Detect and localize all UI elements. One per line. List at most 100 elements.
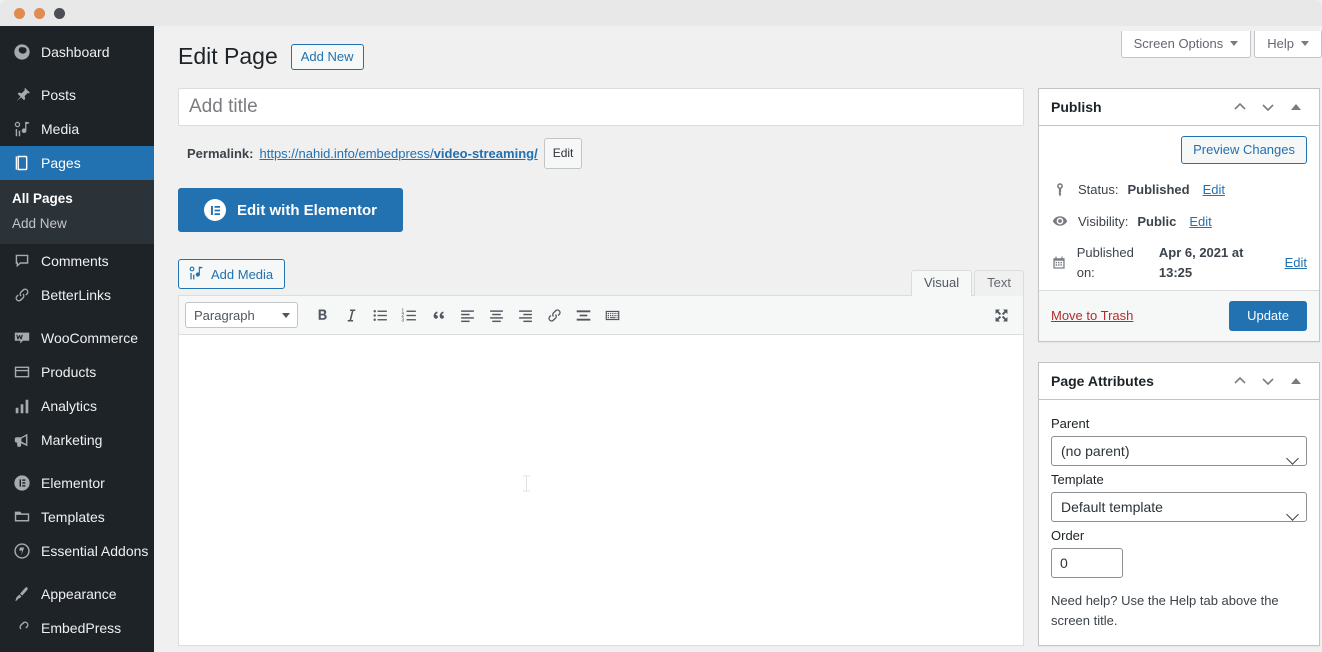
sidebar-item-posts[interactable]: Posts [0,78,154,112]
post-title-input[interactable] [178,88,1024,126]
move-down-icon[interactable] [1255,94,1281,120]
sidebar-subitem-add-new[interactable]: Add New [0,211,154,236]
sidebar-item-label: Posts [41,87,76,103]
update-button[interactable]: Update [1229,301,1307,331]
fullscreen-icon[interactable] [987,301,1015,329]
bulleted-list-icon[interactable] [366,301,394,329]
edit-visibility-link[interactable]: Edit [1189,212,1211,232]
order-input[interactable] [1051,548,1123,578]
sidebar-item-essential-addons[interactable]: Essential Addons [0,534,154,568]
embedpress-icon [12,618,32,638]
minor-publishing-actions: Preview Changes Status: Published Edit [1039,126,1319,290]
move-to-trash-link[interactable]: Move to Trash [1051,308,1133,323]
screen-meta-links: Screen Options Help [1121,31,1322,58]
window-titlebar [0,0,1322,26]
edit-with-elementor-button[interactable]: Edit with Elementor [178,188,403,232]
sidebar-item-elementor[interactable]: Elementor [0,466,154,500]
sidebar-item-label: Products [41,364,96,380]
admin-sidebar-menu: Dashboard Posts Media Pages All Pages Ad… [0,26,154,652]
sidebar-item-label: Marketing [41,432,102,448]
paragraph-format-select-wrap: Paragraph [185,302,298,328]
post-sidebar: Publish [1038,88,1320,652]
preview-row: Preview Changes [1051,136,1307,164]
published-label: Published on: [1077,243,1150,282]
post-body-content: Permalink: https://nahid.info/embedpress… [178,88,1024,646]
published-value: Apr 6, 2021 at 13:25 [1159,243,1272,282]
minimize-dot[interactable] [14,8,25,19]
blockquote-icon[interactable] [424,301,452,329]
move-down-icon[interactable] [1255,368,1281,394]
sidebar-item-comments[interactable]: Comments [0,244,154,278]
elementor-icon [204,199,226,221]
sidebar-item-templates[interactable]: Templates [0,500,154,534]
dashboard-icon [12,42,32,62]
comments-icon [12,251,32,271]
sidebar-item-label: Appearance [41,586,117,602]
edit-permalink-button[interactable]: Edit [544,138,583,169]
italic-icon[interactable] [337,301,365,329]
sidebar-item-dashboard[interactable]: Dashboard [0,35,154,69]
screen-options-button[interactable]: Screen Options [1121,31,1252,58]
parent-select[interactable]: (no parent) [1051,436,1307,466]
toggle-panel-icon[interactable] [1283,94,1309,120]
move-up-icon[interactable] [1227,94,1253,120]
sidebar-item-products[interactable]: Products [0,355,154,389]
elementor-icon [12,473,32,493]
folder-icon [12,507,32,527]
status-value: Published [1127,180,1189,200]
parent-select-wrap: (no parent) [1051,443,1307,460]
toolbar-toggle-icon[interactable] [598,301,626,329]
eye-icon [1051,213,1069,229]
move-up-icon[interactable] [1227,368,1253,394]
sidebar-item-marketing[interactable]: Marketing [0,423,154,457]
toggle-panel-icon[interactable] [1283,368,1309,394]
publish-box-body: Preview Changes Status: Published Edit [1039,126,1319,341]
add-media-button[interactable]: Add Media [178,259,285,289]
sidebar-item-pages[interactable]: Pages [0,146,154,180]
sidebar-item-analytics[interactable]: Analytics [0,389,154,423]
add-new-page-button[interactable]: Add New [291,44,364,70]
sidebar-item-label: Comments [41,253,109,269]
sidebar-item-media[interactable]: Media [0,112,154,146]
permalink-base: https://nahid.info/embedpress/ [259,146,433,161]
sidebar-item-embedpress[interactable]: EmbedPress [0,611,154,645]
read-more-icon[interactable] [569,301,597,329]
media-icon [12,119,32,139]
permalink-link[interactable]: https://nahid.info/embedpress/video-stre… [259,142,537,166]
sidebar-item-appearance[interactable]: Appearance [0,577,154,611]
sidebar-item-label: WooCommerce [41,330,138,346]
insert-link-icon[interactable] [540,301,568,329]
woocommerce-icon [12,328,32,348]
align-center-icon[interactable] [482,301,510,329]
bold-icon[interactable] [308,301,336,329]
close-dot[interactable] [54,8,65,19]
align-right-icon[interactable] [511,301,539,329]
numbered-list-icon[interactable]: 123 [395,301,423,329]
paragraph-format-select[interactable]: Paragraph [185,302,298,328]
major-publishing-actions: Move to Trash Update [1039,290,1319,341]
visibility-row: Visibility: Public Edit [1051,206,1307,238]
sidebar-item-label: Dashboard [41,44,110,60]
tab-visual[interactable]: Visual [911,270,972,296]
align-left-icon[interactable] [453,301,481,329]
preview-changes-button[interactable]: Preview Changes [1181,136,1307,164]
menu-spacer [0,568,154,577]
editor-toolbar: Paragraph [179,296,1023,335]
edit-status-link[interactable]: Edit [1203,180,1225,200]
menu-spacer [0,69,154,78]
maximize-dot[interactable] [34,8,45,19]
editor-content-area[interactable] [179,335,1023,645]
sidebar-item-woocommerce[interactable]: WooCommerce [0,321,154,355]
sidebar-submenu-pages: All Pages Add New [0,180,154,244]
edit-published-link[interactable]: Edit [1285,253,1307,273]
admin-main-body: Screen Options Help Edit Page Add New Pe… [154,26,1322,652]
help-button[interactable]: Help [1254,31,1322,58]
sidebar-item-betterlinks[interactable]: BetterLinks [0,278,154,312]
edit-with-elementor-label: Edit with Elementor [237,202,377,219]
template-select[interactable]: Default template [1051,492,1307,522]
publish-box-handle-actions [1227,94,1309,120]
tab-text[interactable]: Text [974,270,1024,296]
visibility-value: Public [1137,212,1176,232]
page-attributes-box: Page Attributes Parent [1038,362,1320,646]
sidebar-subitem-all-pages[interactable]: All Pages [0,186,154,211]
